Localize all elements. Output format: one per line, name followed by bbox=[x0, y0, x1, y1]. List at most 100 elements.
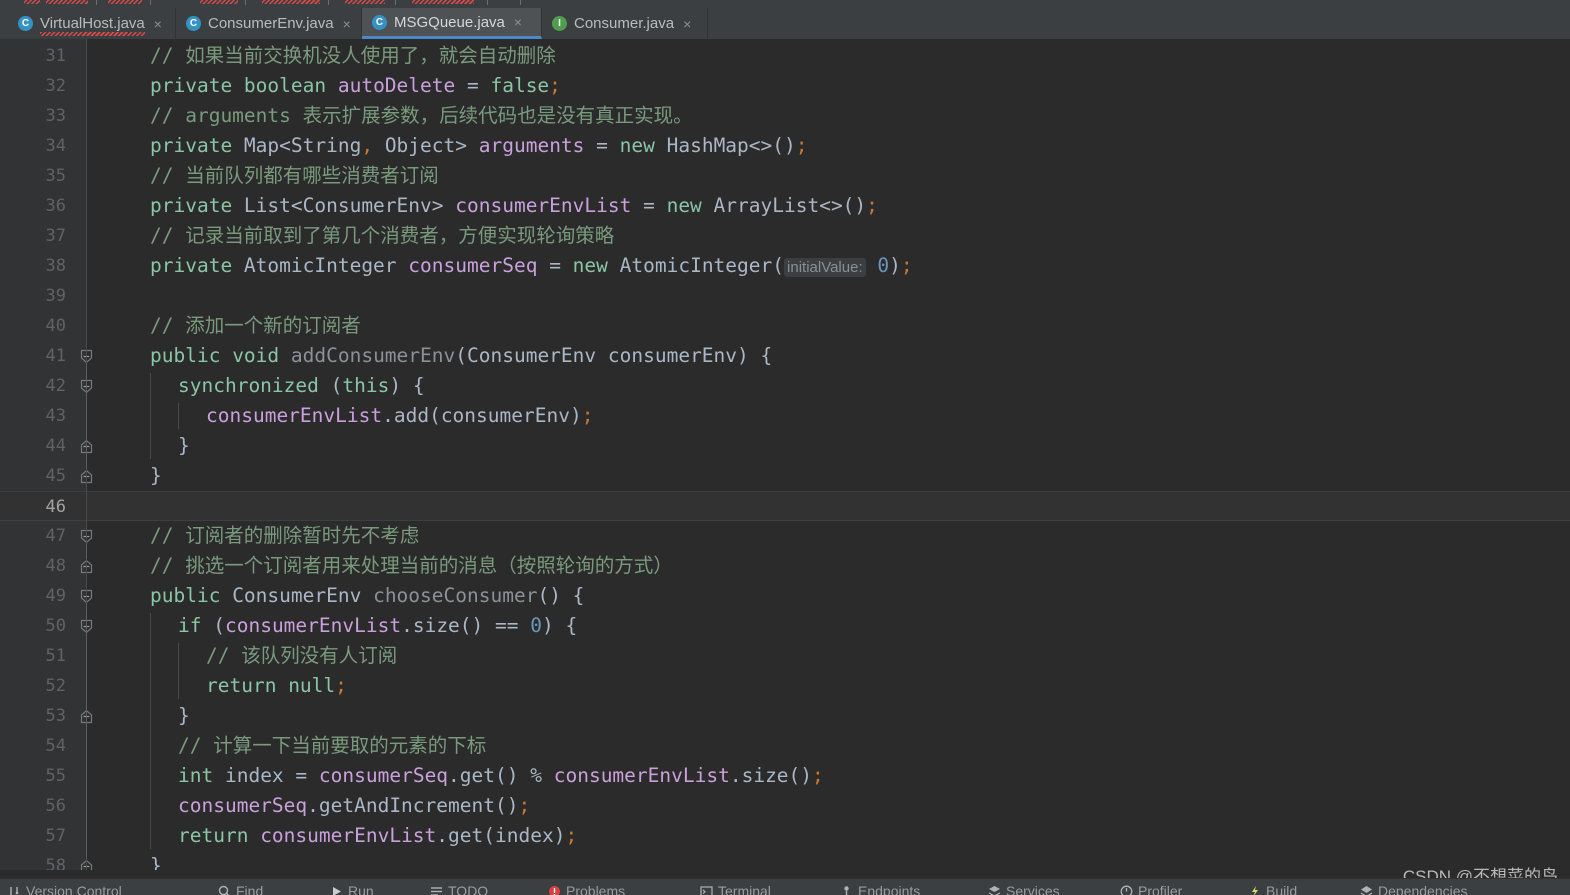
error-squiggle bbox=[24, 0, 40, 4]
line-number: 47 bbox=[45, 526, 66, 546]
line-number: 46 bbox=[45, 497, 66, 517]
tool-window-button-todo[interactable]: TODO bbox=[430, 883, 488, 895]
line-number: 54 bbox=[45, 736, 66, 756]
code-line-text: // 添加一个新的订阅者 bbox=[150, 311, 361, 341]
editor-tab-virtualhost-java[interactable]: C VirtualHost.java × bbox=[8, 8, 176, 39]
editor-row[interactable]: 33 // arguments 表示扩展参数，后续代码也是没有真正实现。 bbox=[0, 101, 1570, 131]
editor-row[interactable]: 41 public void addConsumerEnv(ConsumerEnv… bbox=[0, 341, 1570, 371]
line-number: 42 bbox=[45, 376, 66, 396]
code-token: this bbox=[342, 374, 390, 397]
tool-window-button-services[interactable]: Services bbox=[988, 883, 1060, 895]
line-number: 40 bbox=[45, 316, 66, 336]
editor-caret-row[interactable]: 46 bbox=[0, 491, 1570, 521]
code-token: // 该队列没有人订阅 bbox=[206, 644, 398, 667]
tool-window-button-version-control[interactable]: Version Control bbox=[8, 883, 122, 895]
parameter-hint: initialValue: bbox=[784, 258, 866, 277]
clipped-editor-row-above bbox=[0, 0, 1570, 8]
code-line-text: private Map<String, Object> arguments = … bbox=[150, 131, 808, 161]
editor-row[interactable]: 58} bbox=[0, 851, 1570, 870]
code-line-text: // 记录当前取到了第几个消费者，方便实现轮询策略 bbox=[150, 221, 614, 251]
tool-window-button-find[interactable]: Find bbox=[218, 883, 263, 895]
code-token: } bbox=[178, 704, 190, 727]
code-token: return bbox=[178, 824, 261, 847]
code-line-text: consumerSeq.getAndIncrement(); bbox=[178, 791, 530, 821]
editor-row[interactable]: 52 return null; bbox=[0, 671, 1570, 701]
close-icon[interactable]: × bbox=[683, 17, 691, 31]
editor-row[interactable]: 56 consumerSeq.getAndIncrement(); bbox=[0, 791, 1570, 821]
editor-tab-consumer-java[interactable]: I Consumer.java × bbox=[542, 8, 708, 39]
editor-row[interactable]: 43 consumerEnvList.add(consumerEnv); bbox=[0, 401, 1570, 431]
editor-row[interactable]: 57 return consumerEnvList.get(index); bbox=[0, 821, 1570, 851]
editor-row[interactable]: 49 public ConsumerEnv chooseConsumer() { bbox=[0, 581, 1570, 611]
editor-row[interactable]: 40 // 添加一个新的订阅者 bbox=[0, 311, 1570, 341]
tool-window-button-profiler[interactable]: Profiler bbox=[1120, 883, 1182, 895]
tool-window-bar: Version Control Find Run TODO Problems Termin… bbox=[0, 878, 1570, 895]
endpoints-icon bbox=[840, 885, 853, 895]
tool-window-label: TODO bbox=[448, 883, 489, 895]
editor-row[interactable]: 34 private Map<String, Object> arguments … bbox=[0, 131, 1570, 161]
code-token: ConsumerEnv bbox=[232, 584, 374, 607]
line-number: 55 bbox=[45, 766, 66, 786]
editor-row[interactable]: 31 // 如果当前交换机没人使用了，就会自动删除 bbox=[0, 41, 1570, 71]
code-line-text: // 挑选一个订阅者用来处理当前的消息（按照轮询的方式） bbox=[150, 551, 673, 581]
editor-row[interactable]: 55 int index = consumerSeq.get() % consum… bbox=[0, 761, 1570, 791]
code-token: // 记录当前取到了第几个消费者，方便实现轮询策略 bbox=[150, 224, 615, 247]
code-token: = bbox=[596, 134, 620, 157]
tool-window-label: Terminal bbox=[718, 883, 771, 895]
editor-tab-consumerenv-java[interactable]: C ConsumerEnv.java × bbox=[176, 8, 362, 39]
close-icon[interactable]: × bbox=[343, 17, 351, 31]
editor-row[interactable]: 35 // 当前队列都有哪些消费者订阅 bbox=[0, 161, 1570, 191]
tool-window-button-terminal[interactable]: Terminal bbox=[700, 883, 771, 895]
editor-row[interactable]: 47 // 订阅者的删除暂时先不考虑 bbox=[0, 521, 1570, 551]
code-token: ) { bbox=[542, 614, 578, 637]
line-number: 52 bbox=[45, 676, 66, 696]
close-icon[interactable]: × bbox=[514, 15, 522, 29]
editor-row[interactable]: 42 synchronized (this) { bbox=[0, 371, 1570, 401]
editor-row[interactable]: 37 // 记录当前取到了第几个消费者，方便实现轮询策略 bbox=[0, 221, 1570, 251]
code-editor[interactable]: 31 // 如果当前交换机没人使用了，就会自动删除 32 private boolea… bbox=[0, 39, 1570, 870]
close-icon[interactable]: × bbox=[154, 17, 162, 31]
error-squiggle bbox=[345, 0, 385, 4]
editor-tab-msgqueue-java[interactable]: C MSGQueue.java × bbox=[362, 8, 542, 39]
code-token: ; bbox=[795, 134, 808, 157]
code-token: consumerEnvList bbox=[455, 194, 644, 217]
line-number: 58 bbox=[45, 856, 66, 870]
code-line-text: private AtomicInteger consumerSeq = new … bbox=[150, 251, 913, 281]
code-token: private bbox=[150, 74, 244, 97]
editor-row[interactable]: 32 private boolean autoDelete = false; bbox=[0, 71, 1570, 101]
line-number: 48 bbox=[45, 556, 66, 576]
editor-row[interactable]: 48 // 挑选一个订阅者用来处理当前的消息（按照轮询的方式） bbox=[0, 551, 1570, 581]
code-token: private bbox=[150, 254, 244, 277]
editor-row[interactable]: 50 if (consumerEnvList.size() == 0) { bbox=[0, 611, 1570, 641]
editor-row[interactable]: 45} bbox=[0, 461, 1570, 491]
editor-row[interactable]: 53} bbox=[0, 701, 1570, 731]
clipped-text-tick bbox=[96, 0, 97, 5]
editor-row[interactable]: 36 private List<ConsumerEnv> consumerEnvL… bbox=[0, 191, 1570, 221]
code-token: false bbox=[490, 74, 550, 97]
code-token: ; bbox=[866, 194, 878, 217]
code-token: ; bbox=[812, 764, 824, 787]
fold-region-connector bbox=[86, 543, 87, 559]
line-number: 36 bbox=[45, 196, 66, 216]
editor-row[interactable]: 54 // 计算一下当前要取的元素的下标 bbox=[0, 731, 1570, 761]
tool-window-button-problems[interactable]: Problems bbox=[548, 883, 625, 895]
editor-row[interactable]: 39 bbox=[0, 281, 1570, 311]
code-token: // 如果当前交换机没人使用了，就会自动删除 bbox=[150, 44, 556, 67]
line-number: 35 bbox=[45, 166, 66, 186]
code-token: // 计算一下当前要取的元素的下标 bbox=[178, 734, 487, 757]
code-token: ; bbox=[900, 254, 913, 277]
code-line-text: // 该队列没有人订阅 bbox=[206, 641, 397, 671]
editor-row[interactable]: 38 private AtomicInteger consumerSeq = ne… bbox=[0, 251, 1570, 281]
tool-window-button-run[interactable]: Run bbox=[330, 883, 374, 895]
code-token: int bbox=[178, 764, 225, 787]
code-token: } bbox=[150, 854, 162, 870]
editor-row[interactable]: 51 // 该队列没有人订阅 bbox=[0, 641, 1570, 671]
editor-row[interactable]: 44} bbox=[0, 431, 1570, 461]
tool-window-button-dependencies[interactable]: Dependencies bbox=[1360, 883, 1468, 895]
code-token: new bbox=[619, 134, 667, 157]
tool-window-button-build[interactable]: Build bbox=[1248, 883, 1297, 895]
code-token: ; bbox=[518, 794, 531, 817]
code-token: } bbox=[150, 464, 162, 487]
code-token: if bbox=[178, 614, 214, 637]
tool-window-button-endpoints[interactable]: Endpoints bbox=[840, 883, 920, 895]
